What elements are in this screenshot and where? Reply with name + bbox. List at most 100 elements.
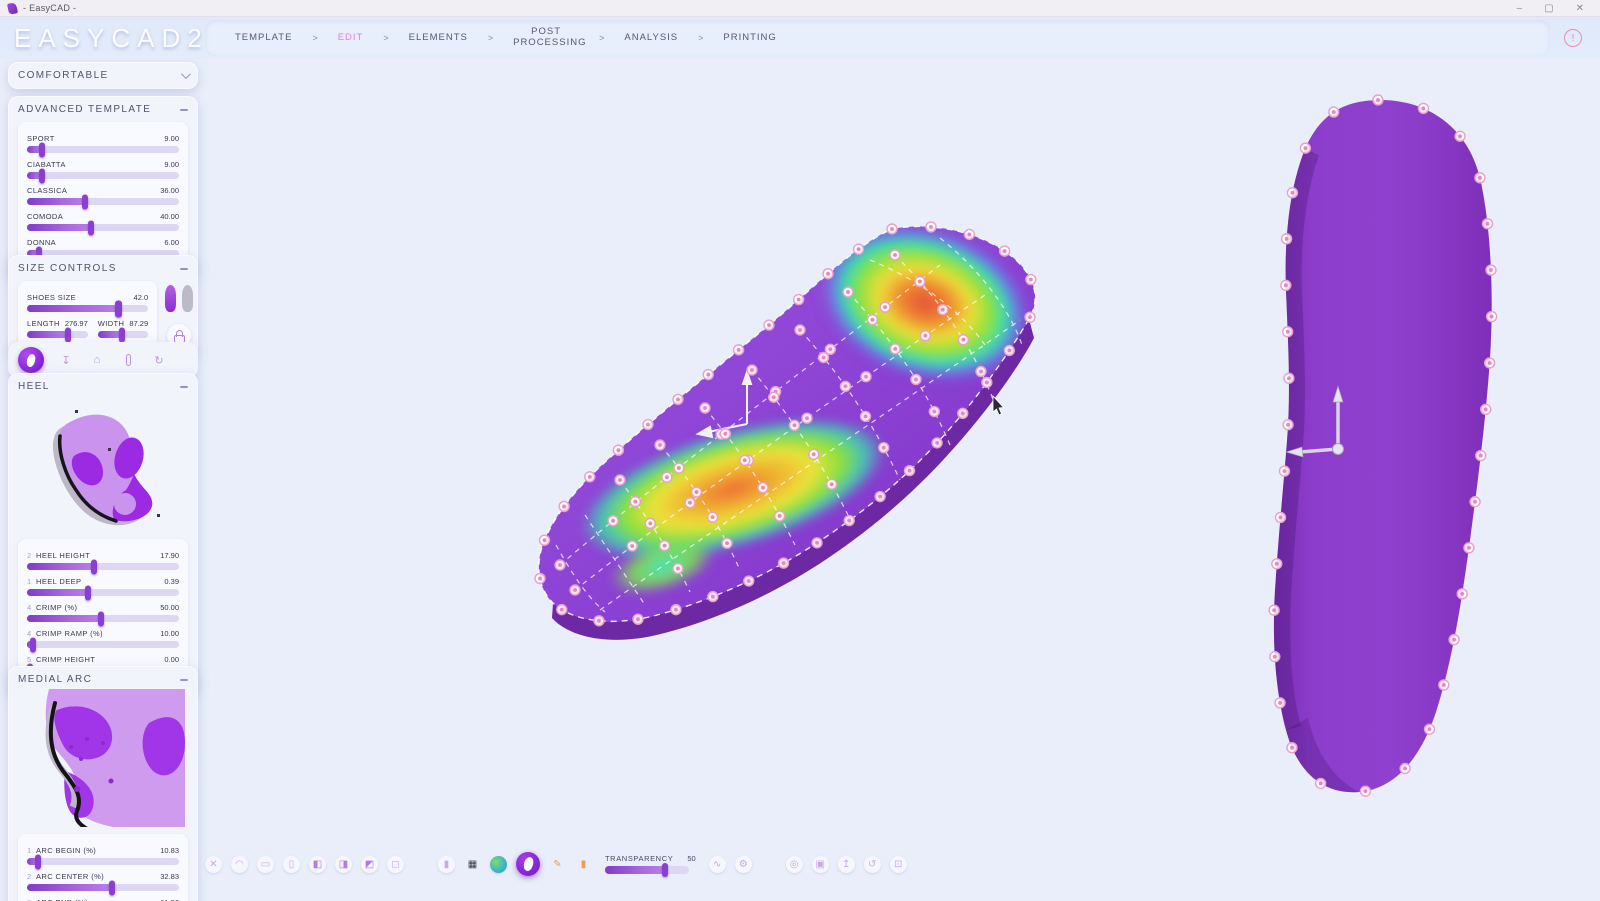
nav-template[interactable]: TEMPLATE <box>235 33 292 44</box>
insole-3d-model[interactable] <box>539 194 1056 640</box>
home-view-button[interactable]: ⌂ <box>88 351 106 369</box>
control-point[interactable] <box>692 487 702 497</box>
control-point[interactable] <box>802 413 812 423</box>
control-point[interactable] <box>825 344 835 354</box>
screen-export-button[interactable]: ⊡ <box>890 856 907 873</box>
control-point[interactable] <box>1360 786 1370 796</box>
control-point[interactable] <box>789 420 799 430</box>
shape-view-button[interactable]: ◻ <box>387 856 404 873</box>
control-handle[interactable] <box>85 737 89 741</box>
control-point[interactable] <box>1464 543 1474 553</box>
control-point[interactable] <box>867 315 877 325</box>
control-handle[interactable] <box>79 757 83 761</box>
control-point[interactable] <box>1470 497 1480 507</box>
control-point[interactable] <box>744 576 754 586</box>
control-point[interactable] <box>775 511 785 521</box>
slider-track[interactable] <box>27 305 148 312</box>
control-point[interactable] <box>1287 188 1297 198</box>
control-point[interactable] <box>734 345 744 355</box>
control-point[interactable] <box>1457 589 1467 599</box>
control-point[interactable] <box>674 463 684 473</box>
control-point[interactable] <box>827 479 837 489</box>
control-point[interactable] <box>585 472 595 482</box>
page-view-button[interactable]: ▯ <box>283 856 300 873</box>
nav-edit[interactable]: EDIT <box>338 33 364 44</box>
slider-thumb[interactable] <box>109 880 115 895</box>
control-point[interactable] <box>708 512 718 522</box>
control-point[interactable] <box>1282 234 1292 244</box>
slider-track[interactable] <box>27 884 179 891</box>
collapse-icon[interactable] <box>180 386 188 388</box>
control-point[interactable] <box>1476 451 1486 461</box>
control-point[interactable] <box>819 352 829 362</box>
export-button[interactable]: ↧ <box>57 351 75 369</box>
control-point[interactable] <box>812 538 822 548</box>
control-point[interactable] <box>1283 420 1293 430</box>
medial-arc-preview[interactable] <box>21 689 185 827</box>
control-point[interactable] <box>890 250 900 260</box>
control-point[interactable] <box>1481 404 1491 414</box>
control-point[interactable] <box>643 420 653 430</box>
control-point[interactable] <box>594 616 604 626</box>
slider-thumb[interactable] <box>115 300 122 317</box>
control-point[interactable] <box>926 222 936 232</box>
nav-printing[interactable]: PRINTING <box>723 33 776 44</box>
control-point[interactable] <box>1281 280 1291 290</box>
control-point[interactable] <box>915 277 925 287</box>
control-point[interactable] <box>911 374 921 384</box>
window-maximize-button[interactable]: ▢ <box>1544 3 1553 14</box>
sole-view-active-button[interactable] <box>516 852 540 876</box>
control-point[interactable] <box>861 372 871 382</box>
control-point[interactable] <box>1316 778 1326 788</box>
control-point[interactable] <box>879 443 889 453</box>
control-point[interactable] <box>535 574 545 584</box>
monitor-view-button[interactable]: ▭ <box>257 856 274 873</box>
control-point[interactable] <box>1004 345 1014 355</box>
slider-thumb[interactable] <box>85 585 91 600</box>
control-point[interactable] <box>673 563 683 573</box>
control-point[interactable] <box>570 585 580 595</box>
slider-thumb[interactable] <box>98 611 104 626</box>
control-point[interactable] <box>662 472 672 482</box>
control-point[interactable] <box>1025 312 1035 322</box>
control-point[interactable] <box>844 516 854 526</box>
insole-top-view[interactable] <box>1274 100 1492 792</box>
dome-view-button[interactable]: ◠ <box>231 856 248 873</box>
control-point[interactable] <box>887 224 897 234</box>
control-point[interactable] <box>720 429 730 439</box>
pin-button[interactable] <box>119 351 137 369</box>
control-point[interactable] <box>976 366 986 376</box>
sole-view-button-active[interactable] <box>18 347 44 373</box>
control-point[interactable] <box>1485 358 1495 368</box>
control-point[interactable] <box>890 344 900 354</box>
control-point[interactable] <box>1272 559 1282 569</box>
nav-post-processing[interactable]: POST PROCESSING <box>513 27 579 49</box>
control-point[interactable] <box>769 392 779 402</box>
slider-track[interactable] <box>27 615 179 622</box>
control-point[interactable] <box>655 440 665 450</box>
focus-target-button[interactable]: ◎ <box>786 856 803 873</box>
slider-thumb[interactable] <box>662 863 668 877</box>
half-bottom-view-button[interactable]: ◩ <box>361 856 378 873</box>
slider-track[interactable] <box>27 331 88 338</box>
control-point[interactable] <box>982 377 992 387</box>
control-point[interactable] <box>1487 312 1497 322</box>
control-point[interactable] <box>854 244 864 254</box>
control-point[interactable] <box>794 295 804 305</box>
control-point[interactable] <box>1373 95 1383 105</box>
control-handle[interactable] <box>74 786 80 792</box>
slider-thumb[interactable] <box>39 168 45 183</box>
control-point[interactable] <box>861 411 871 421</box>
control-point[interactable] <box>708 592 718 602</box>
control-point[interactable] <box>1283 327 1293 337</box>
control-handle[interactable] <box>157 514 160 517</box>
control-point[interactable] <box>1418 103 1428 113</box>
control-point[interactable] <box>932 438 942 448</box>
control-point[interactable] <box>964 229 974 239</box>
brush-tool-button[interactable]: ✎ <box>549 856 566 873</box>
collapse-icon[interactable] <box>180 268 188 270</box>
control-point[interactable] <box>1275 512 1285 522</box>
reset-button[interactable]: ↻ <box>150 351 168 369</box>
control-point[interactable] <box>740 455 750 465</box>
half-right-view-button[interactable]: ◨ <box>335 856 352 873</box>
